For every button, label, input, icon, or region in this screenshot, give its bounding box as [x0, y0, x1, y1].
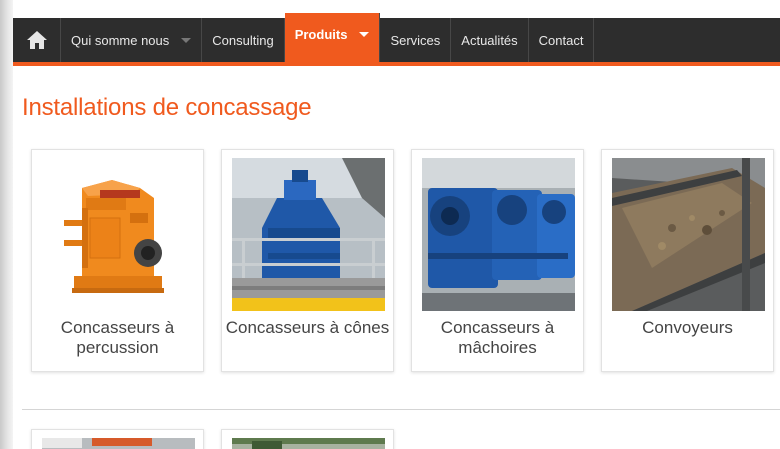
- section-divider: [22, 409, 780, 410]
- product-caption[interactable]: Convoyeurs: [602, 318, 773, 338]
- impact-crusher-image: [42, 158, 195, 311]
- nav-produits[interactable]: Produits: [284, 13, 381, 62]
- product-card-jaw-crusher[interactable]: Concasseurs à mâchoires: [411, 149, 584, 372]
- nav-label: Qui somme nous: [71, 32, 170, 48]
- chevron-down-icon: [181, 37, 192, 43]
- caption-line: Convoyeurs: [642, 318, 733, 337]
- main-navbar: Qui somme nous Consulting Produits Servi…: [13, 13, 780, 62]
- product-card-impact-crusher[interactable]: Concasseurs à percussion: [31, 149, 204, 372]
- product-card-partial[interactable]: [221, 429, 394, 449]
- product-caption[interactable]: Concasseurs à cônes: [222, 318, 393, 338]
- caption-line: Concasseurs à: [60, 318, 175, 337]
- caption-line: Concasseurs à: [440, 318, 555, 337]
- conveyor-image: [612, 158, 765, 311]
- product-card-conveyors[interactable]: Convoyeurs: [601, 149, 774, 372]
- home-icon: [26, 31, 47, 49]
- nav-label: Actualités: [461, 32, 518, 48]
- caption-line: percussion: [76, 338, 159, 357]
- page-edge-shadow: [0, 0, 13, 449]
- chevron-down-icon: [359, 32, 370, 37]
- page-title: Installations de concassage: [22, 94, 312, 121]
- product-thumbnail: [42, 438, 195, 449]
- nav-services[interactable]: Services: [380, 18, 452, 62]
- cone-crusher-image: [232, 158, 385, 311]
- jaw-crusher-image: [422, 158, 575, 311]
- nav-label: Produits: [294, 27, 348, 42]
- product-card-cone-crusher[interactable]: Concasseurs à cônes: [221, 149, 394, 372]
- nav-label: Services: [390, 32, 441, 48]
- nav-qui-somme-nous[interactable]: Qui somme nous: [61, 18, 203, 62]
- nav-actualites[interactable]: Actualités: [451, 18, 529, 62]
- caption-line: mâchoires: [458, 338, 537, 357]
- product-card-partial[interactable]: [31, 429, 204, 449]
- nav-contact[interactable]: Contact: [529, 18, 595, 62]
- nav-consulting[interactable]: Consulting: [202, 18, 285, 62]
- navbar-accent-bar: [13, 62, 780, 66]
- caption-line: Concasseurs à cônes: [225, 318, 390, 337]
- nav-label: Consulting: [212, 32, 274, 48]
- nav-label: Contact: [538, 32, 584, 48]
- product-thumbnail: [232, 438, 385, 449]
- product-caption[interactable]: Concasseurs à percussion: [32, 318, 203, 358]
- home-button[interactable]: [13, 18, 61, 62]
- product-caption[interactable]: Concasseurs à mâchoires: [412, 318, 583, 358]
